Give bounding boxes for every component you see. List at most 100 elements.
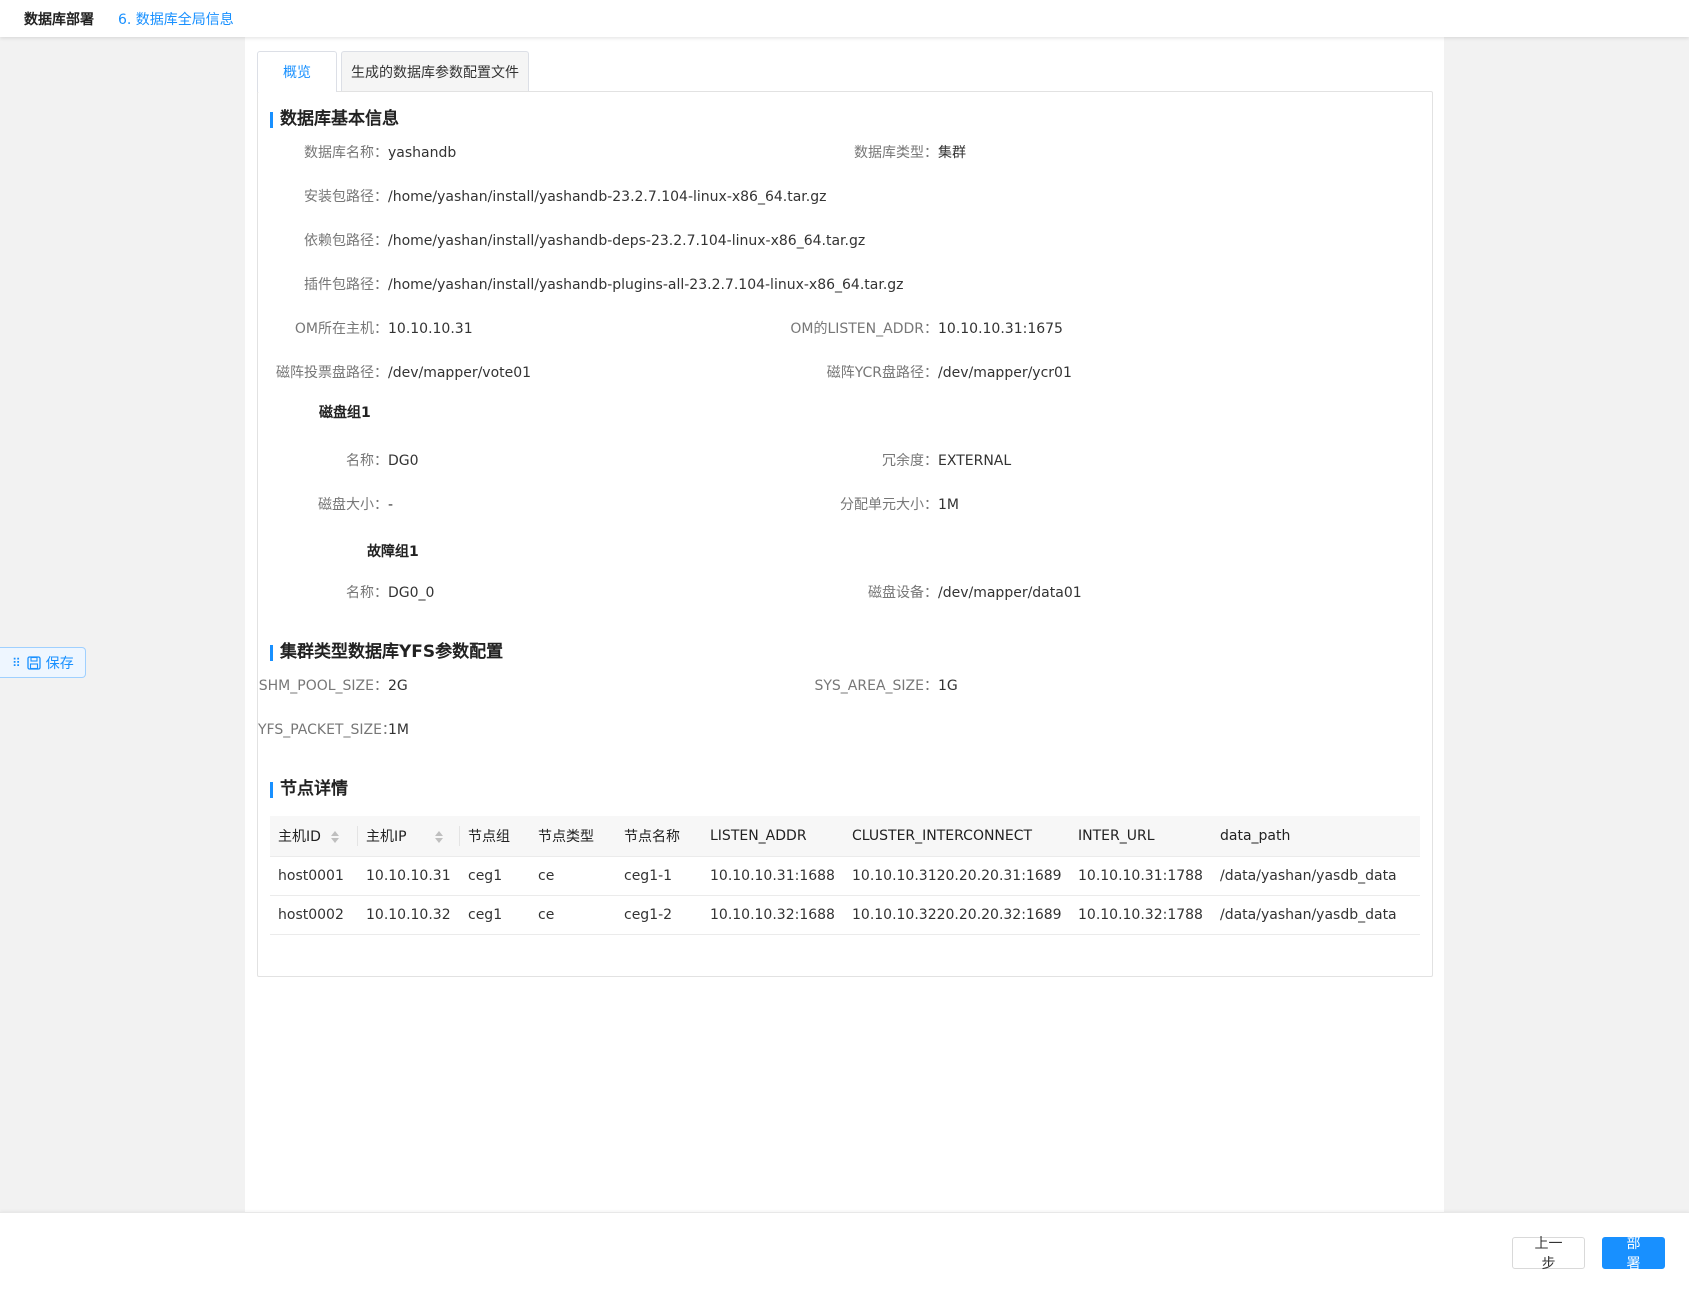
fg-device-label: 磁盘设备： [868, 585, 938, 601]
install-path-value: /home/yashan/install/yashandb-23.2.7.104… [388, 189, 827, 205]
kv-deps-path: 依赖包路径： /home/yashan/install/yashandb-dep… [258, 231, 1408, 251]
dg-name-value: DG0 [388, 453, 419, 469]
kv-failure-group: 名称： DG0_0 磁盘设备： /dev/mapper/data01 [258, 583, 1408, 603]
dg-redundancy-label: 冗余度： [882, 453, 938, 469]
col-inter-url: INTER_URL [1070, 816, 1212, 857]
cell-listen-addr: 10.10.10.31:1688 [702, 856, 844, 896]
cell-host-ip: 10.10.10.31 [358, 856, 460, 896]
col-listen-addr: LISTEN_ADDR [702, 816, 844, 857]
save-icon [27, 655, 41, 670]
deps-path-label: 依赖包路径： [304, 233, 388, 249]
drag-handle-icon[interactable]: ⠿ [12, 656, 21, 670]
fg-device-value: /dev/mapper/data01 [938, 585, 1082, 601]
sys-area-label: SYS_AREA_SIZE： [814, 678, 938, 694]
kv-disk-group-name: 名称： DG0 冗余度： EXTERNAL [258, 451, 1408, 471]
plugin-path-label: 插件包路径： [304, 277, 388, 293]
overview-content: 数据库基本信息 数据库名称： yashandb 数据库类型： 集群 安装包路径：… [257, 91, 1433, 977]
cell-node-type: ce [530, 895, 616, 935]
prev-step-button[interactable]: 上一步 [1512, 1236, 1585, 1272]
cell-node-type: ce [530, 856, 616, 896]
om-listen-value: 10.10.10.31:1675 [938, 321, 1063, 337]
dg-au-size-value: 1M [938, 497, 959, 513]
db-type-label: 数据库类型： [854, 145, 938, 161]
kv-yfs-packet: YFS_PACKET_SIZE： 1M [258, 720, 1408, 740]
packet-label: YFS_PACKET_SIZE： [258, 722, 396, 738]
db-name-value: yashandb [388, 145, 457, 161]
cell-host-id: host0002 [270, 895, 358, 935]
section-title-nodes: 节点详情 [270, 778, 348, 800]
packet-value: 1M [388, 722, 409, 738]
cell-cluster-interconnect: 10.10.10.3220.20.20.32:1689 [844, 895, 1070, 935]
cell-data-path: /data/yashan/yasdb_data [1212, 895, 1420, 935]
cell-node-group: ceg1 [460, 856, 530, 896]
col-host-id[interactable]: 主机ID [270, 816, 358, 857]
footer-bar: 上一步 部 署 [0, 1212, 1689, 1293]
table-row: host0002 10.10.10.32 ceg1 ce ceg1-2 10.1… [270, 895, 1420, 935]
cell-cluster-interconnect: 10.10.10.3120.20.20.31:1689 [844, 856, 1070, 896]
cell-host-ip: 10.10.10.32 [358, 895, 460, 935]
tab-config-file[interactable]: 生成的数据库参数配置文件 [341, 51, 529, 91]
ycr-path-value: /dev/mapper/ycr01 [938, 365, 1072, 381]
col-node-name: 节点名称 [616, 816, 702, 857]
deps-path-value: /home/yashan/install/yashandb-deps-23.2.… [388, 233, 866, 249]
cell-host-id: host0001 [270, 856, 358, 896]
kv-plugin-path: 插件包路径： /home/yashan/install/yashandb-plu… [258, 275, 1408, 295]
cell-inter-url: 10.10.10.31:1788 [1070, 856, 1212, 896]
kv-om: OM所在主机： 10.10.10.31 OM的LISTEN_ADDR： 10.1… [258, 319, 1408, 339]
plugin-path-value: /home/yashan/install/yashandb-plugins-al… [388, 277, 904, 293]
cell-inter-url: 10.10.10.32:1788 [1070, 895, 1212, 935]
vote-path-value: /dev/mapper/vote01 [388, 365, 532, 381]
app-title: 数据库部署 [24, 11, 94, 28]
dg-size-value: - [388, 497, 394, 513]
om-host-label: OM所在主机： [294, 321, 388, 337]
dg-name-label: 名称： [346, 453, 388, 469]
db-name-label: 数据库名称： [304, 145, 388, 161]
top-bar: 数据库部署 6. 数据库全局信息 [0, 0, 1689, 37]
col-cluster-interconnect: CLUSTER_INTERCONNECT [844, 816, 1070, 857]
tab-overview[interactable]: 概览 [257, 51, 337, 92]
floating-save-button[interactable]: ⠿ 保存 [0, 647, 86, 678]
node-table: 主机ID 主机IP 节点组 节点类型 节点名称 LISTEN_ADDR CLUS… [270, 816, 1420, 935]
dg-au-size-label: 分配单元大小： [840, 497, 938, 513]
section-title-basic: 数据库基本信息 [270, 108, 399, 130]
deploy-button[interactable]: 部 署 [1602, 1236, 1665, 1272]
tab-bar: 概览 生成的数据库参数配置文件 [257, 51, 533, 92]
om-host-value: 10.10.10.31 [388, 321, 473, 337]
col-host-ip[interactable]: 主机IP [358, 816, 460, 857]
dg-redundancy-value: EXTERNAL [938, 453, 1012, 469]
cell-node-group: ceg1 [460, 895, 530, 935]
shm-pool-label: SHM_POOL_SIZE： [258, 678, 388, 694]
kv-yfs-sizes: SHM_POOL_SIZE： 2G SYS_AREA_SIZE： 1G [258, 676, 1408, 696]
table-header-row: 主机ID 主机IP 节点组 节点类型 节点名称 LISTEN_ADDR CLUS… [270, 816, 1420, 857]
om-listen-label: OM的LISTEN_ADDR： [790, 321, 938, 337]
sort-icon[interactable] [330, 830, 339, 844]
cell-listen-addr: 10.10.10.32:1688 [702, 895, 844, 935]
db-type-value: 集群 [938, 145, 966, 161]
fg-name-value: DG0_0 [388, 585, 435, 601]
kv-install-path: 安装包路径： /home/yashan/install/yashandb-23.… [258, 187, 1408, 207]
dg-size-label: 磁盘大小： [318, 497, 388, 513]
cell-node-name: ceg1-2 [616, 895, 702, 935]
col-node-group: 节点组 [460, 816, 530, 857]
kv-disk-paths: 磁阵投票盘路径： /dev/mapper/vote01 磁阵YCR盘路径： /d… [258, 363, 1408, 383]
kv-disk-group-size: 磁盘大小： - 分配单元大小： 1M [258, 495, 1408, 515]
main-panel: 概览 生成的数据库参数配置文件 数据库基本信息 数据库名称： yashandb … [245, 37, 1444, 1212]
kv-db-name: 数据库名称： yashandb 数据库类型： 集群 [258, 143, 1408, 163]
sort-icon[interactable] [434, 830, 443, 844]
cell-data-path: /data/yashan/yasdb_data [1212, 856, 1420, 896]
col-node-type: 节点类型 [530, 816, 616, 857]
fg-name-label: 名称： [346, 585, 388, 601]
failure-group-title: 故障组1 [367, 544, 419, 560]
cell-node-name: ceg1-1 [616, 856, 702, 896]
vote-path-label: 磁阵投票盘路径： [276, 365, 388, 381]
install-path-label: 安装包路径： [304, 189, 388, 205]
sys-area-value: 1G [938, 678, 958, 694]
ycr-path-label: 磁阵YCR盘路径： [826, 365, 938, 381]
save-label: 保存 [45, 655, 74, 672]
step-title[interactable]: 6. 数据库全局信息 [118, 9, 234, 29]
section-title-yfs: 集群类型数据库YFS参数配置 [270, 641, 503, 663]
table-row: host0001 10.10.10.31 ceg1 ce ceg1-1 10.1… [270, 856, 1420, 896]
col-data-path: data_path [1212, 816, 1420, 857]
shm-pool-value: 2G [388, 678, 408, 694]
disk-group-title: 磁盘组1 [319, 405, 371, 421]
